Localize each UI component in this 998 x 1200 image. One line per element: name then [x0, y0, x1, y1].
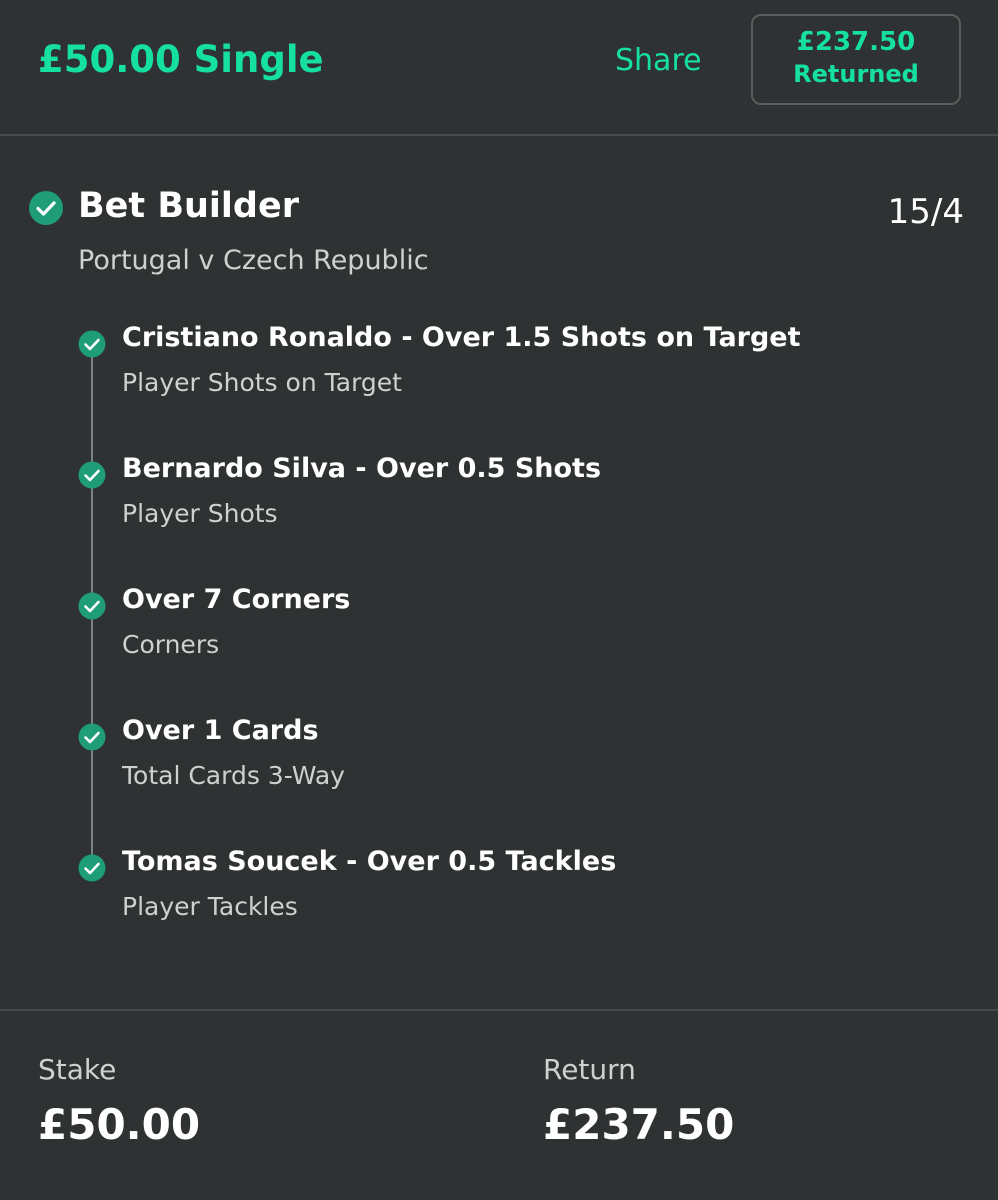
check-circle-icon [28, 190, 64, 226]
check-circle-icon [78, 461, 106, 489]
check-circle-icon [78, 330, 106, 358]
bet-title: £50.00 Single [38, 38, 324, 81]
leg-selection: Over 1 Cards [122, 715, 319, 746]
bet-builder-title: Bet Builder [78, 186, 299, 226]
leg-market: Corners [122, 630, 220, 659]
header-divider [0, 134, 998, 136]
return-label: Return [543, 1053, 636, 1086]
check-circle-icon [78, 592, 106, 620]
returned-badge: £237.50 Returned [751, 14, 961, 105]
leg-market: Total Cards 3-Way [122, 761, 345, 790]
share-button[interactable]: Share [615, 40, 702, 82]
match-name: Portugal v Czech Republic [78, 245, 429, 276]
return-value: £237.50 [543, 1100, 735, 1149]
stake-label: Stake [38, 1053, 117, 1086]
returned-label: Returned [793, 60, 919, 88]
leg-selection: Tomas Soucek - Over 0.5 Tackles [122, 846, 617, 877]
check-circle-icon [78, 723, 106, 751]
odds-value: 15/4 [887, 192, 964, 232]
leg-market: Player Shots on Target [122, 368, 402, 397]
stake-value: £50.00 [38, 1100, 201, 1149]
leg-selection: Bernardo Silva - Over 0.5 Shots [122, 453, 602, 484]
leg-selection: Cristiano Ronaldo - Over 1.5 Shots on Ta… [122, 322, 801, 353]
leg-market: Player Tackles [122, 892, 298, 921]
returned-amount: £237.50 [796, 27, 916, 57]
bet-receipt: £50.00 Single Share £237.50 Returned Bet… [0, 0, 998, 1200]
bet-header: £50.00 Single Share £237.50 Returned [0, 0, 998, 135]
leg-selection: Over 7 Corners [122, 584, 351, 615]
bet-footer: Stake £50.00 Return £237.50 [0, 1011, 998, 1200]
leg-market: Player Shots [122, 499, 278, 528]
check-circle-icon [78, 854, 106, 882]
